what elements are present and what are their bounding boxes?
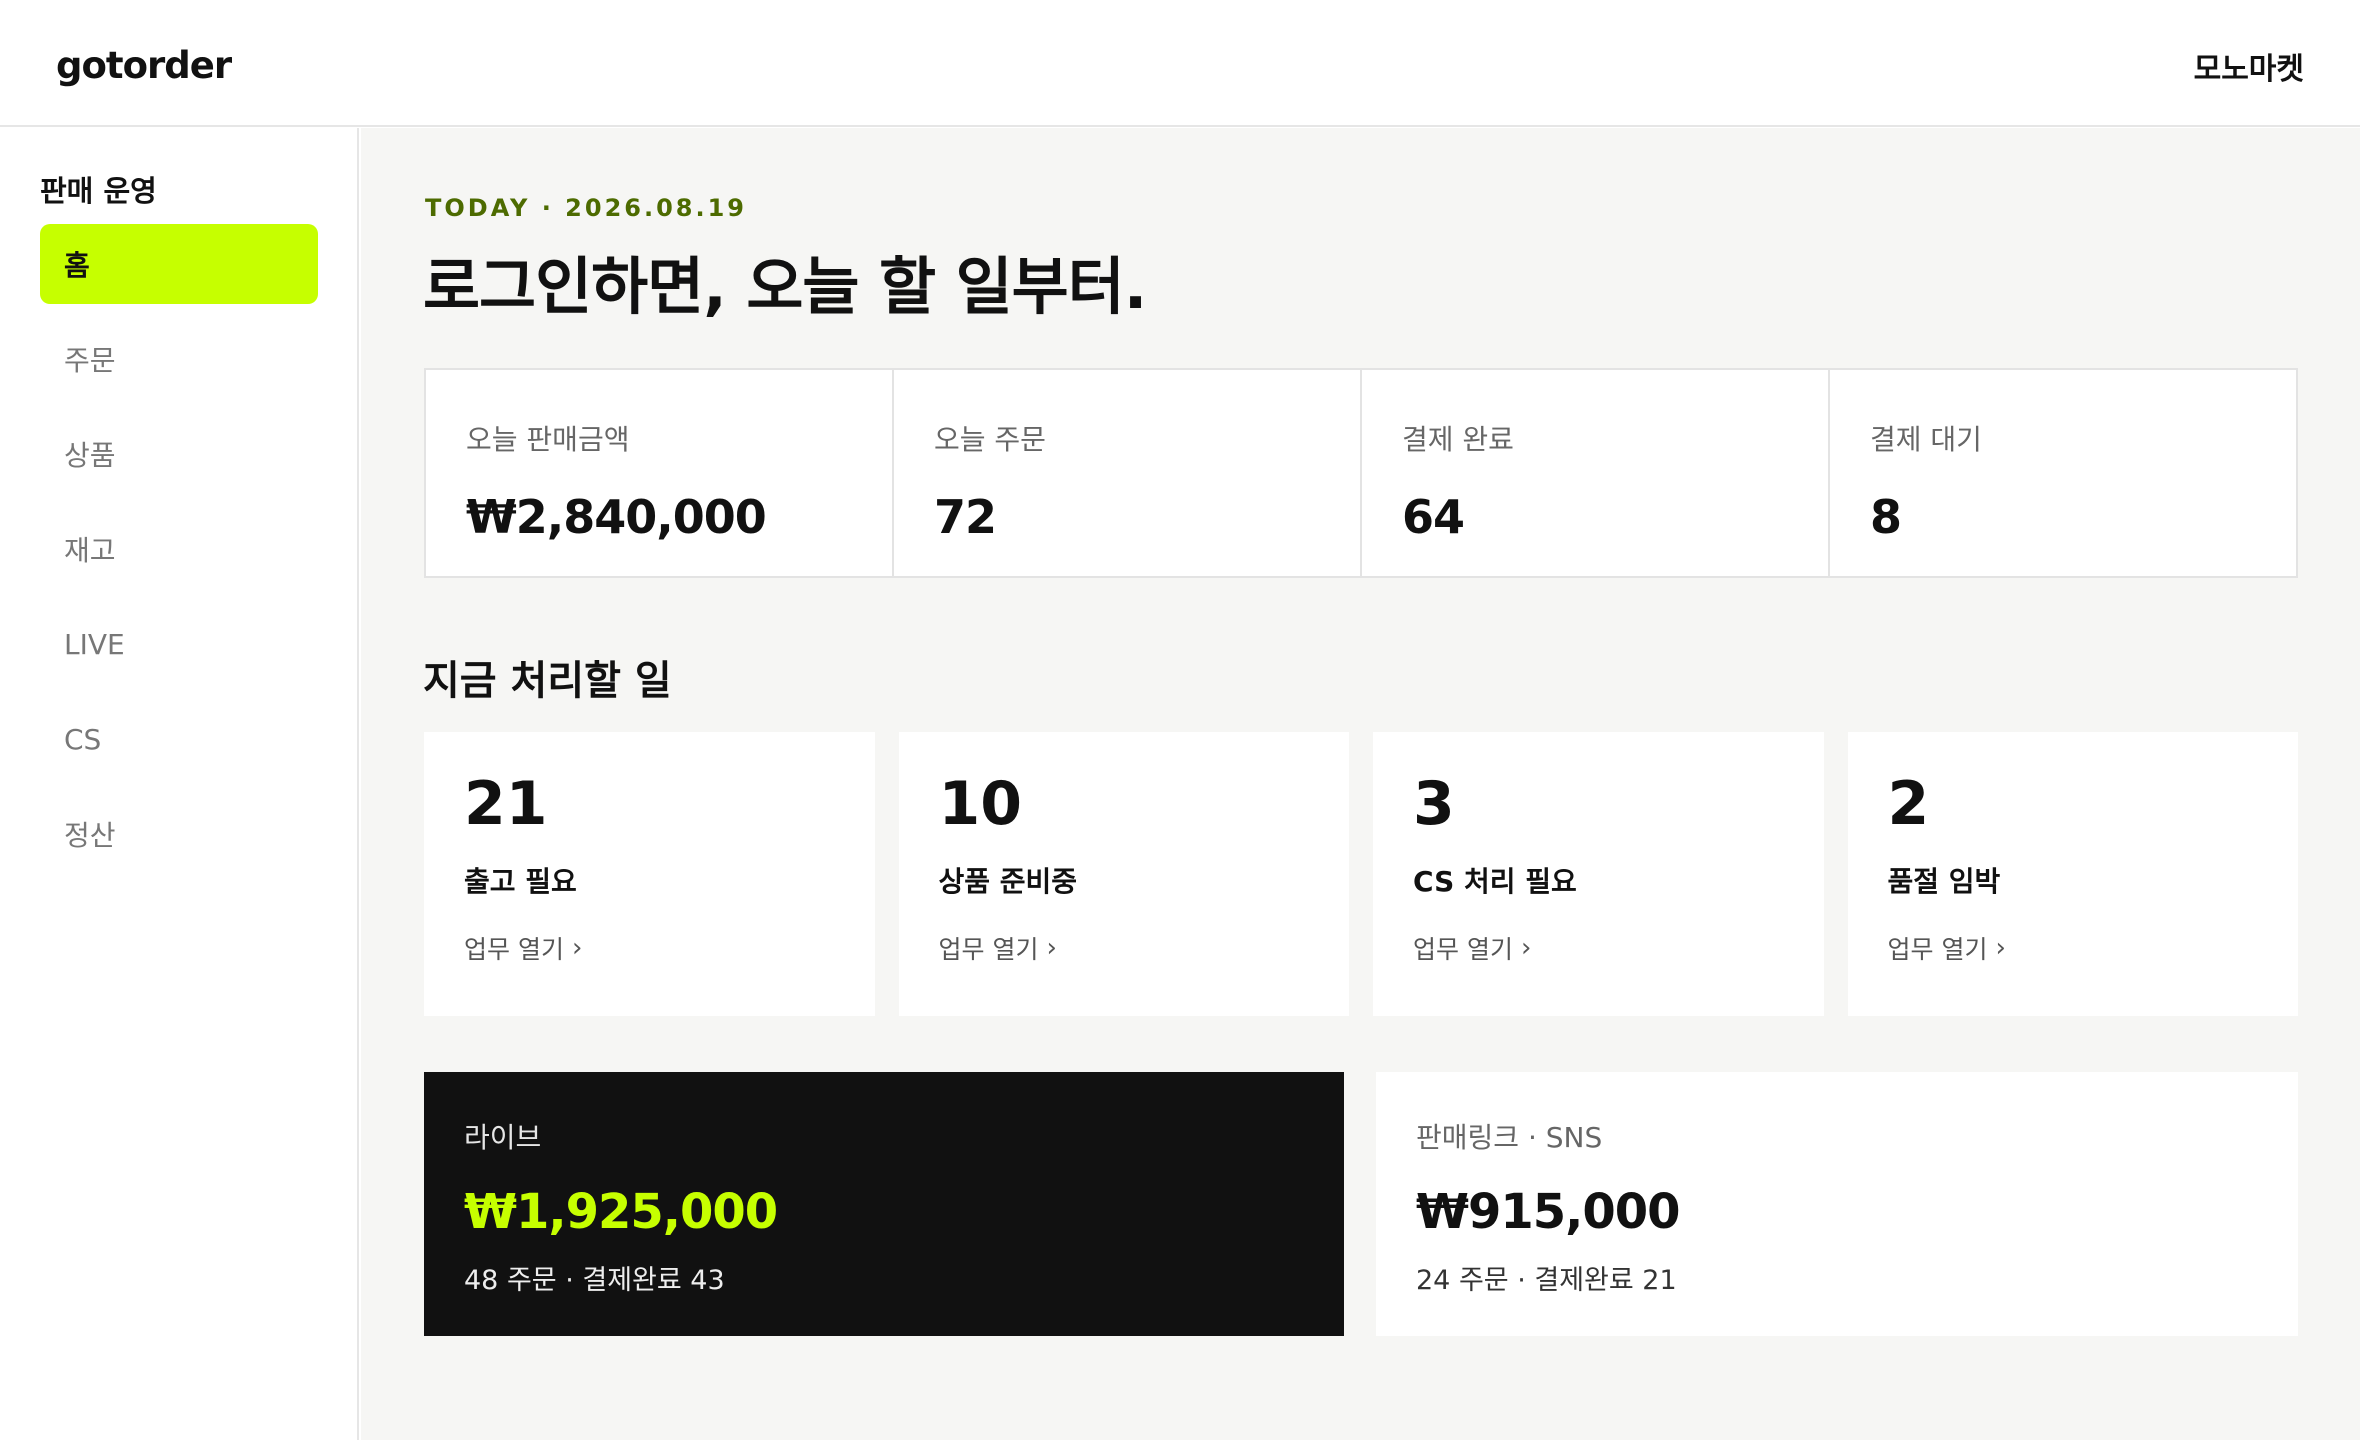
task-name: 상품 준비중 <box>938 865 1078 898</box>
stat-label: 결제 대기 <box>1870 423 1982 456</box>
open-task-label: 업무 열기 <box>1413 935 1513 964</box>
stat-value: 72 <box>934 490 997 544</box>
channel-summary: 48 주문 · 결제완료 43 <box>464 1265 725 1296</box>
open-task-link[interactable]: 업무 열기 › <box>1888 930 2299 966</box>
chevron-right-icon: › <box>1046 933 1057 963</box>
sidebar-section-title: 판매 운영 <box>40 174 157 208</box>
tasks-section-title: 지금 처리할 일 <box>423 658 672 704</box>
sidebar-item-inventory[interactable]: 재고 <box>40 509 318 589</box>
task-card-shipping[interactable]: 21 출고 필요 업무 열기 › <box>424 732 875 1016</box>
task-card-low-stock[interactable]: 2 품절 임박 업무 열기 › <box>1847 732 2299 1016</box>
channel-summary: 24 주문 · 결제완료 21 <box>1416 1265 1677 1296</box>
stat-payment-complete: 결제 완료 64 <box>1362 370 1830 576</box>
date-line: TODAY · 2026.08.19 <box>425 194 748 222</box>
channel-label: 라이브 <box>464 1121 542 1154</box>
task-card-preparing[interactable]: 10 상품 준비중 업무 열기 › <box>898 732 1350 1016</box>
chevron-right-icon: › <box>1995 933 2006 963</box>
stat-value: 64 <box>1402 490 1465 544</box>
store-name[interactable]: 모노마켓 <box>2194 44 2304 88</box>
stat-value: ₩2,840,000 <box>466 490 767 544</box>
channel-label: 판매링크 · SNS <box>1416 1121 1603 1154</box>
open-task-label: 업무 열기 <box>1887 935 1988 964</box>
chevron-right-icon: › <box>571 933 583 963</box>
task-name: 출고 필요 <box>464 865 577 898</box>
task-count: 2 <box>1887 769 1930 839</box>
stat-value: 8 <box>1870 490 1902 544</box>
task-name: CS 처리 필요 <box>1413 865 1577 898</box>
open-task-label: 업무 열기 <box>464 935 564 964</box>
open-task-link[interactable]: 업무 열기 › <box>939 930 1350 966</box>
stat-label: 오늘 주문 <box>934 423 1046 456</box>
stat-label: 결제 완료 <box>1402 423 1514 456</box>
sidebar-item-settlement[interactable]: 정산 <box>40 794 318 874</box>
stat-label: 오늘 판매금액 <box>466 423 630 456</box>
task-count: 21 <box>464 769 548 839</box>
task-name: 품절 임박 <box>1887 865 2001 898</box>
open-task-link[interactable]: 업무 열기 › <box>464 930 875 966</box>
main-content: TODAY · 2026.08.19 로그인하면, 오늘 할 일부터. 오늘 판… <box>361 128 2360 1440</box>
channel-amount: ₩915,000 <box>1416 1184 1681 1240</box>
stat-today-orders: 오늘 주문 72 <box>894 370 1362 576</box>
page-title: 로그인하면, 오늘 할 일부터. <box>423 250 1147 323</box>
channel-amount: ₩1,925,000 <box>464 1184 778 1240</box>
open-task-link[interactable]: 업무 열기 › <box>1413 930 1824 966</box>
task-count: 3 <box>1413 769 1455 839</box>
sidebar-item-live[interactable]: LIVE <box>40 604 318 684</box>
sidebar-nav: 홈 주문 상품 재고 LIVE CS 정산 <box>40 224 318 889</box>
top-bar: gotorder 모노마켓 <box>0 0 2360 127</box>
stats-panel: 오늘 판매금액 ₩2,840,000 오늘 주문 72 결제 완료 64 결제 … <box>424 368 2298 578</box>
task-count: 10 <box>938 769 1023 839</box>
sidebar: 판매 운영 홈 주문 상품 재고 LIVE CS 정산 <box>0 128 359 1440</box>
sidebar-item-home[interactable]: 홈 <box>40 224 318 304</box>
sidebar-item-cs[interactable]: CS <box>40 699 318 779</box>
open-task-label: 업무 열기 <box>938 935 1039 964</box>
stat-payment-pending: 결제 대기 8 <box>1830 370 2296 576</box>
app-logo[interactable]: gotorder <box>56 44 232 87</box>
sidebar-item-products[interactable]: 상품 <box>40 414 318 494</box>
stat-today-sales: 오늘 판매금액 ₩2,840,000 <box>426 370 894 576</box>
task-list: 21 출고 필요 업무 열기 › 10 상품 준비중 업무 열기 › 3 CS … <box>424 732 2298 1016</box>
link-sns-sales-card[interactable]: 판매링크 · SNS ₩915,000 24 주문 · 결제완료 21 <box>1376 1072 2298 1336</box>
chevron-right-icon: › <box>1520 933 1532 963</box>
sidebar-item-orders[interactable]: 주문 <box>40 319 318 399</box>
task-card-cs[interactable]: 3 CS 처리 필요 업무 열기 › <box>1373 732 1824 1016</box>
live-sales-card[interactable]: 라이브 ₩1,925,000 48 주문 · 결제완료 43 <box>424 1072 1344 1336</box>
